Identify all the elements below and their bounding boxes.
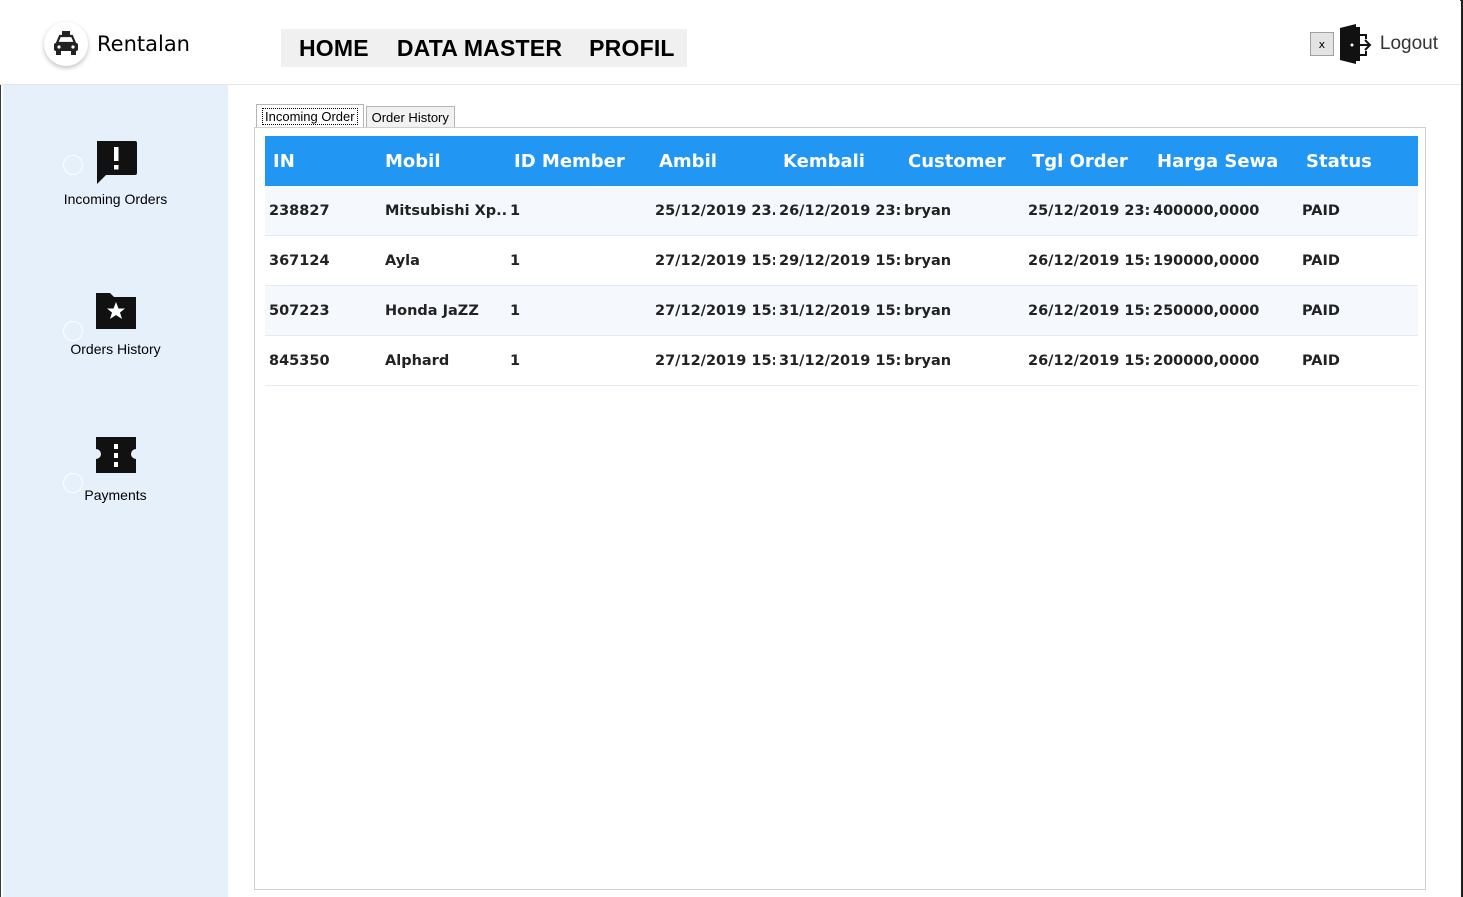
table-cell: 200000,0000	[1153, 352, 1260, 369]
tab-label: Incoming Order	[262, 107, 358, 125]
column-header[interactable]: ID Member	[506, 151, 651, 172]
ticket-icon	[94, 435, 138, 481]
logout-link[interactable]: Logout	[1380, 33, 1438, 55]
column-header[interactable]: Customer	[900, 151, 1024, 172]
sidebar-item-label: Incoming Orders	[63, 191, 168, 207]
table-cell: 31/12/2019 15:31	[779, 302, 900, 319]
folder-star-icon	[94, 289, 138, 335]
tab-incoming-order[interactable]: Incoming Order	[256, 104, 364, 128]
column-header[interactable]: Status	[1298, 151, 1418, 172]
table-cell: 26/12/2019 15:...	[1028, 352, 1149, 369]
table-header: IN Mobil ID Member Ambil Kembali Custome…	[265, 136, 1418, 186]
table-cell: 400000,0000	[1153, 202, 1260, 219]
tab-order-history[interactable]: Order History	[365, 106, 455, 128]
table-cell: 1	[510, 202, 521, 219]
table-cell: 26/12/2019 15:...	[1028, 302, 1149, 319]
taxi-icon	[44, 22, 88, 66]
table-cell: 26/12/2019 23:...	[779, 202, 900, 219]
column-header[interactable]: Mobil	[381, 151, 506, 172]
tab-strip: Incoming Order Order History	[256, 104, 455, 128]
close-button[interactable]: x	[1309, 32, 1334, 56]
table-cell: 29/12/2019 15:...	[779, 252, 900, 269]
column-header[interactable]: Kembali	[775, 151, 900, 172]
table-cell: 238827	[269, 202, 330, 219]
table-cell: bryan	[904, 302, 952, 319]
check-circle-icon	[63, 321, 83, 341]
table-cell: PAID	[1302, 202, 1340, 219]
table-cell: 507223	[269, 302, 330, 319]
table-cell: PAID	[1302, 252, 1340, 269]
table-cell: Mitsubishi Xp...	[385, 202, 506, 219]
brand: Rentalan	[44, 22, 190, 66]
table-cell: 1	[510, 252, 521, 269]
app-name: Rentalan	[97, 32, 190, 56]
table-cell: 27/12/2019 15:...	[655, 352, 775, 369]
table-body: 238827 Mitsubishi Xp... 1 25/12/2019 23... 2…	[265, 186, 1418, 386]
sidebar: Incoming Orders Orders History Payments	[3, 85, 228, 897]
column-header[interactable]: Ambil	[651, 151, 775, 172]
sidebar-item-payments[interactable]: Payments	[3, 435, 228, 503]
table-row[interactable]: 238827 Mitsubishi Xp... 1 25/12/2019 23... 2…	[265, 186, 1418, 236]
table-cell: 845350	[269, 352, 330, 369]
message-alert-icon	[94, 139, 138, 185]
nav-home[interactable]: HOME	[299, 35, 369, 62]
check-circle-icon	[63, 155, 83, 175]
logout-area: x Logout	[1309, 24, 1438, 64]
nav-data-master[interactable]: DATA MASTER	[397, 35, 562, 62]
table-cell: 190000,0000	[1153, 252, 1260, 269]
table-cell: 1	[510, 302, 521, 319]
column-header[interactable]: Harga Sewa	[1149, 151, 1298, 172]
nav-profil[interactable]: PROFIL	[589, 35, 675, 62]
table-cell: 25/12/2019 23...	[655, 202, 775, 219]
sidebar-item-label: Payments	[84, 487, 147, 503]
table-row[interactable]: 367124 Ayla 1 27/12/2019 15:...29/12/2019 1…	[265, 236, 1418, 286]
top-bar: Rentalan HOME DATA MASTER PROFIL x Logou…	[0, 0, 1460, 85]
sidebar-item-incoming-orders[interactable]: Incoming Orders	[3, 139, 228, 207]
column-header[interactable]: Tgl Order	[1024, 151, 1149, 172]
table-cell: PAID	[1302, 352, 1340, 369]
table-row[interactable]: 507223 Honda JaZZ 1 27/12/2019 15:...31/12/…	[265, 286, 1418, 336]
sidebar-item-orders-history[interactable]: Orders History	[3, 289, 228, 357]
table-cell: bryan	[904, 252, 952, 269]
sidebar-item-label: Orders History	[70, 341, 161, 357]
table-cell: 250000,0000	[1153, 302, 1260, 319]
table-cell: 367124	[269, 252, 330, 269]
table-cell: bryan	[904, 202, 952, 219]
table-cell: 25/12/2019 23:...	[1028, 202, 1149, 219]
table-cell: 27/12/2019 15:...	[655, 302, 775, 319]
logout-icon[interactable]	[1336, 24, 1372, 64]
table-cell: PAID	[1302, 302, 1340, 319]
check-circle-icon	[63, 473, 83, 493]
top-nav: HOME DATA MASTER PROFIL	[281, 29, 687, 67]
table-cell: Alphard	[385, 352, 450, 369]
table-row[interactable]: 845350 Alphard 1 27/12/2019 15:...31/12/201…	[265, 336, 1418, 386]
tab-label: Order History	[371, 109, 449, 125]
column-header[interactable]: IN	[265, 151, 381, 172]
orders-table: IN Mobil ID Member Ambil Kembali Custome…	[265, 136, 1418, 386]
table-cell: bryan	[904, 352, 952, 369]
table-cell: Ayla	[385, 252, 420, 269]
table-cell: 31/12/2019 15:...	[779, 352, 900, 369]
table-cell: 26/12/2019 15:...	[1028, 252, 1149, 269]
table-cell: 27/12/2019 15:...	[655, 252, 775, 269]
table-cell: Honda JaZZ	[385, 302, 479, 319]
table-cell: 1	[510, 352, 521, 369]
